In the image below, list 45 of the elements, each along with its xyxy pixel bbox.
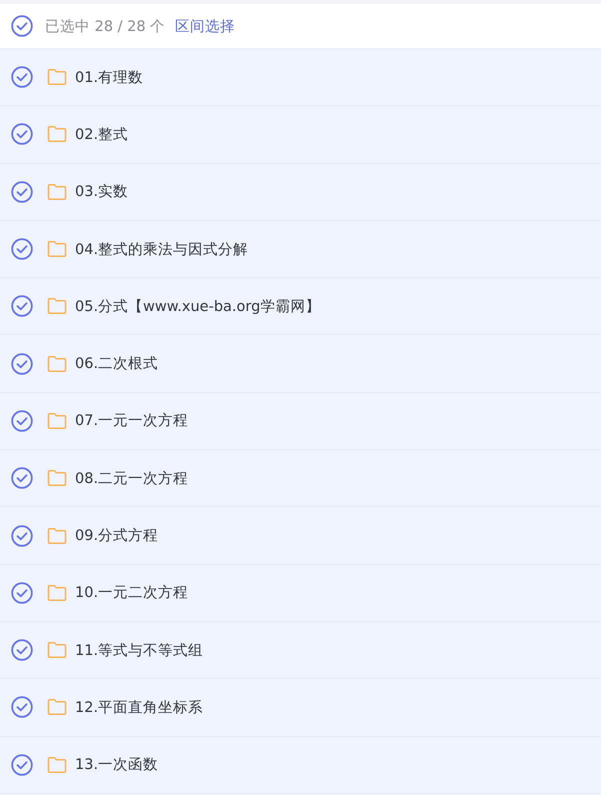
- folder-icon: [47, 412, 67, 430]
- checked-circle-icon[interactable]: [11, 295, 33, 318]
- checked-circle-icon[interactable]: [11, 639, 33, 662]
- checked-circle-icon[interactable]: [11, 410, 33, 432]
- folder-row[interactable]: 10.一元二次方程: [0, 564, 601, 622]
- folder-icon: [47, 584, 67, 602]
- folder-icon: [47, 469, 67, 488]
- folder-icon: [47, 641, 67, 660]
- folder-name: 11.等式与不等式组: [75, 642, 204, 660]
- checked-circle-icon[interactable]: [11, 352, 33, 375]
- checked-circle-icon[interactable]: [11, 582, 33, 604]
- folder-icon: [47, 125, 67, 144]
- checked-circle-icon[interactable]: [11, 467, 33, 490]
- folder-row[interactable]: 13.一次函数: [0, 736, 601, 794]
- folder-name: 07.一元一次方程: [75, 412, 188, 430]
- folder-icon: [47, 756, 67, 774]
- checked-circle-icon[interactable]: [11, 15, 33, 37]
- folder-icon: [47, 240, 67, 258]
- checked-circle-icon[interactable]: [11, 66, 33, 88]
- checked-circle-icon[interactable]: [11, 696, 33, 718]
- folder-name: 12.平面直角坐标系: [75, 698, 204, 717]
- checked-circle-icon[interactable]: [11, 180, 33, 203]
- range-select-link[interactable]: 区间选择: [175, 16, 236, 36]
- folder-icon: [47, 698, 67, 716]
- folder-name: 01.有理数: [75, 68, 144, 87]
- folder-name: 13.一次函数: [75, 756, 158, 774]
- folder-icon: [47, 297, 67, 316]
- folder-icon: [47, 68, 67, 86]
- checked-circle-icon[interactable]: [11, 123, 33, 146]
- checked-circle-icon[interactable]: [11, 754, 33, 776]
- folder-name: 02.整式: [75, 126, 128, 144]
- folder-icon: [47, 526, 67, 545]
- checked-circle-icon[interactable]: [11, 524, 33, 547]
- folder-icon: [47, 354, 67, 373]
- folder-name: 06.二次根式: [75, 355, 158, 374]
- folder-name: 03.实数: [75, 182, 128, 202]
- selection-count: 已选中 28 / 28 个: [45, 18, 166, 36]
- folder-name: 09.分式方程: [75, 526, 158, 546]
- folder-name: 10.一元二次方程: [75, 584, 188, 602]
- folder-name: 04.整式的乘法与因式分解: [75, 240, 248, 259]
- folder-row[interactable]: 03.实数: [0, 164, 601, 221]
- folder-icon: [47, 182, 67, 201]
- checked-circle-icon[interactable]: [11, 238, 33, 260]
- folder-name: 08.二元一次方程: [75, 470, 188, 488]
- folder-name: 05.分式【www.xue-ba.org学霸网】: [75, 298, 320, 316]
